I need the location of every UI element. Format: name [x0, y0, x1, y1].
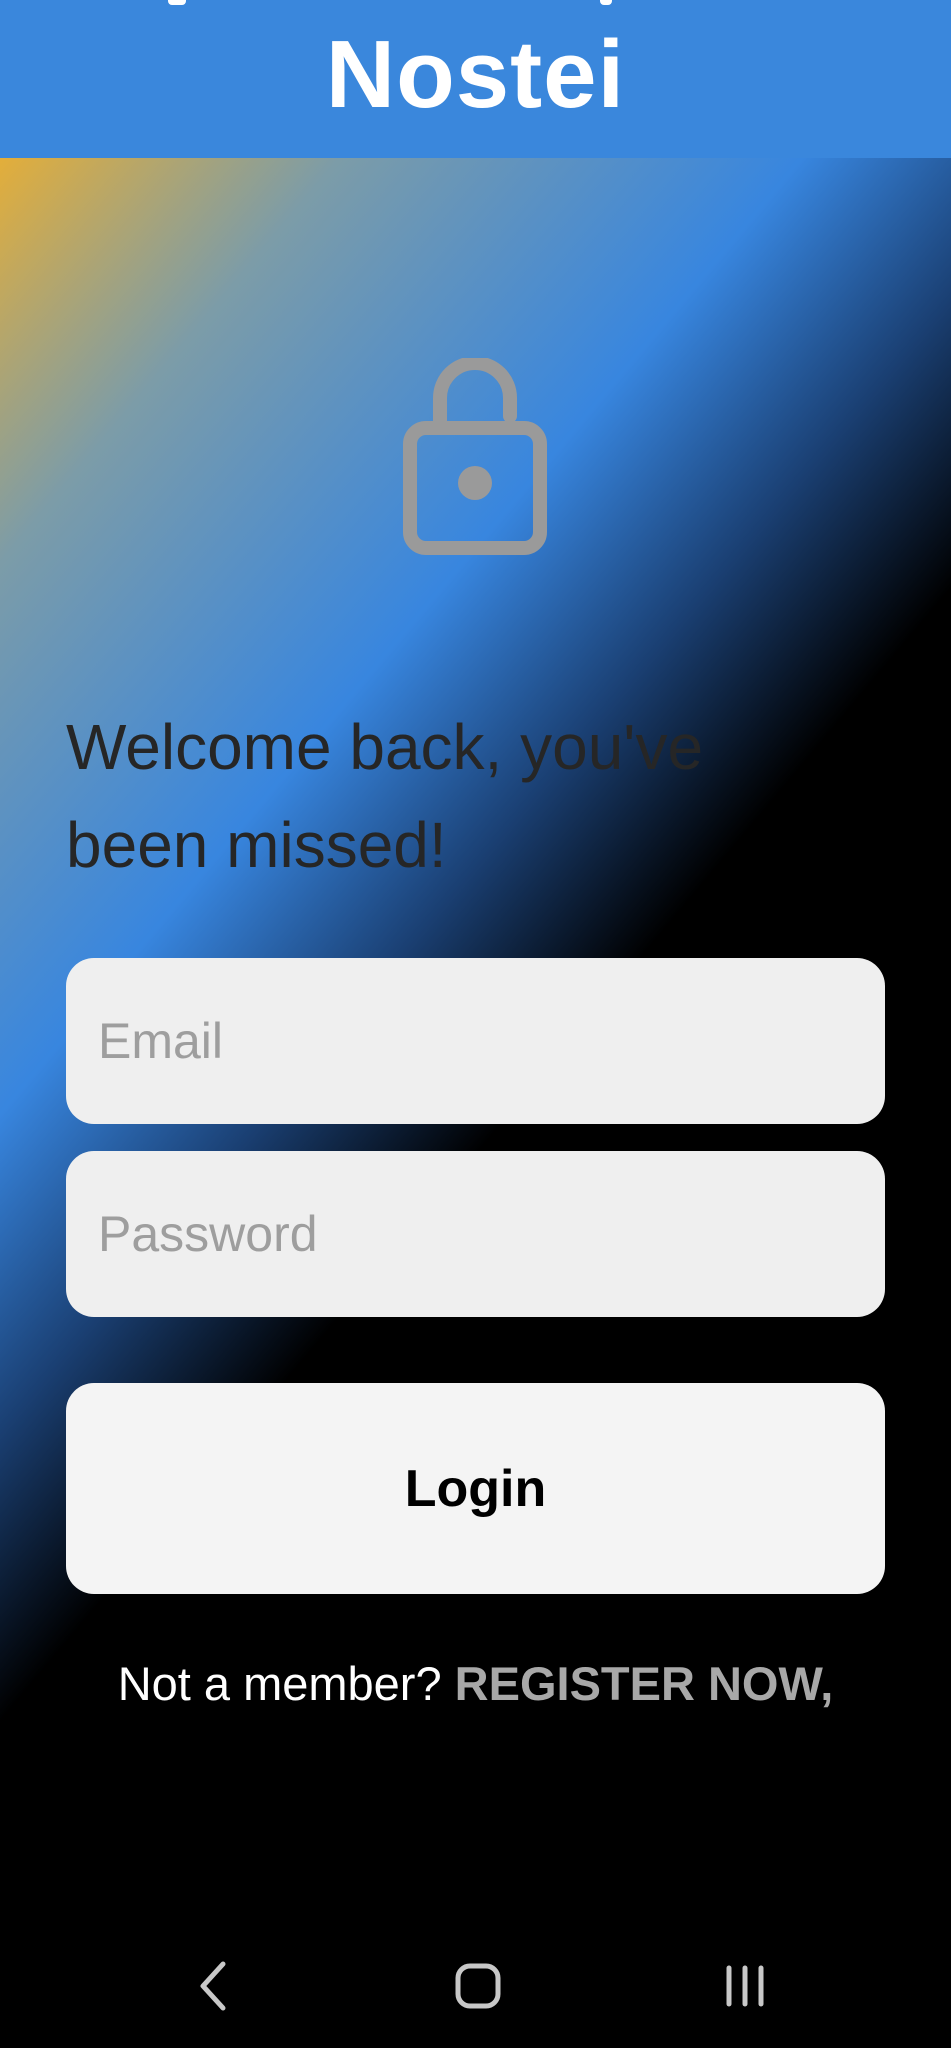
nav-back-button[interactable] — [178, 1951, 248, 2021]
recents-bars-icon — [726, 1965, 764, 2007]
system-nav-bar — [0, 1921, 951, 2048]
welcome-heading: Welcome back, you've been missed! — [66, 698, 886, 894]
register-prompt: Not a member? — [117, 1657, 455, 1710]
login-screen: Welcome back, you've been missed! Login … — [0, 158, 951, 1921]
unlocked-padlock-icon — [403, 358, 547, 555]
welcome-line-1: Welcome back, you've — [66, 711, 704, 783]
app-title: Nostei — [325, 21, 626, 128]
nav-recents-button[interactable] — [710, 1951, 780, 2021]
welcome-line-2: been missed! — [66, 809, 447, 881]
status-bar-fragment — [600, 0, 612, 5]
home-rounded-square-icon — [455, 1963, 501, 2009]
email-field[interactable] — [66, 958, 885, 1124]
back-chevron-icon — [200, 1961, 226, 2011]
app-bar: Nostei — [0, 0, 951, 158]
nav-home-button[interactable] — [443, 1951, 513, 2021]
login-button-label: Login — [404, 1459, 547, 1518]
status-bar-fragment — [168, 0, 186, 5]
register-now-link[interactable]: REGISTER NOW, — [455, 1657, 834, 1710]
login-button[interactable]: Login — [66, 1383, 885, 1594]
register-row: Not a member? REGISTER NOW, — [0, 1656, 951, 1711]
password-field[interactable] — [66, 1151, 885, 1317]
